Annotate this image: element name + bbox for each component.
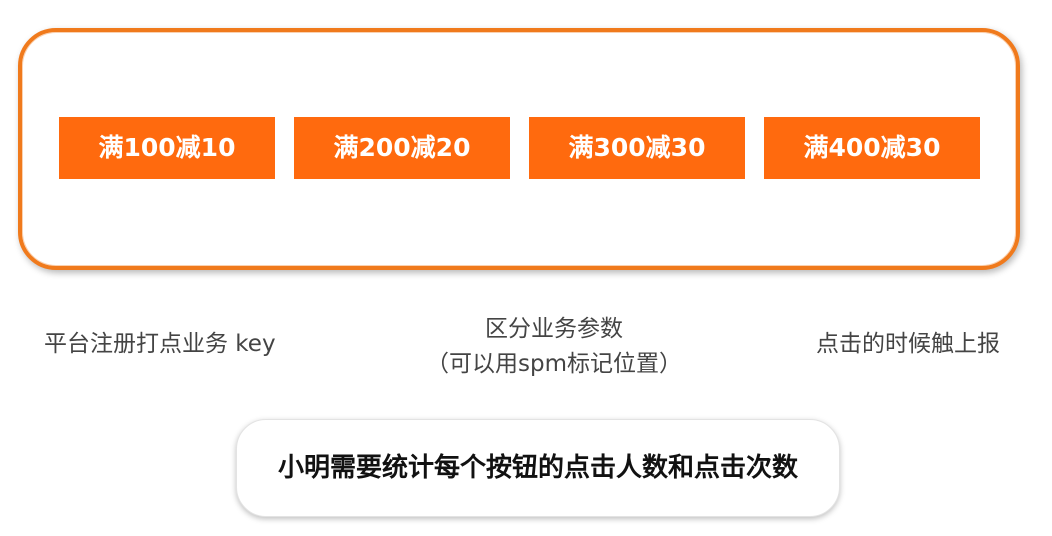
coupon-button-200-20[interactable]: 满200减20 bbox=[294, 117, 510, 179]
label-register-key: 平台注册打点业务 key bbox=[44, 331, 276, 357]
coupon-button-100-10[interactable]: 满100减10 bbox=[59, 117, 275, 179]
coupon-button-300-30[interactable]: 满300减30 bbox=[529, 117, 745, 179]
coupon-button-400-30[interactable]: 满400减30 bbox=[764, 117, 980, 179]
label-business-params: 区分业务参数 （可以用spm标记位置） bbox=[380, 312, 728, 382]
goal-statement: 小明需要统计每个按钮的点击人数和点击次数 bbox=[236, 419, 840, 517]
label-click-report: 点击的时候触上报 bbox=[816, 331, 1000, 357]
label-business-params-note: （可以用spm标记位置） bbox=[426, 351, 682, 377]
label-business-params-title: 区分业务参数 bbox=[485, 316, 623, 342]
